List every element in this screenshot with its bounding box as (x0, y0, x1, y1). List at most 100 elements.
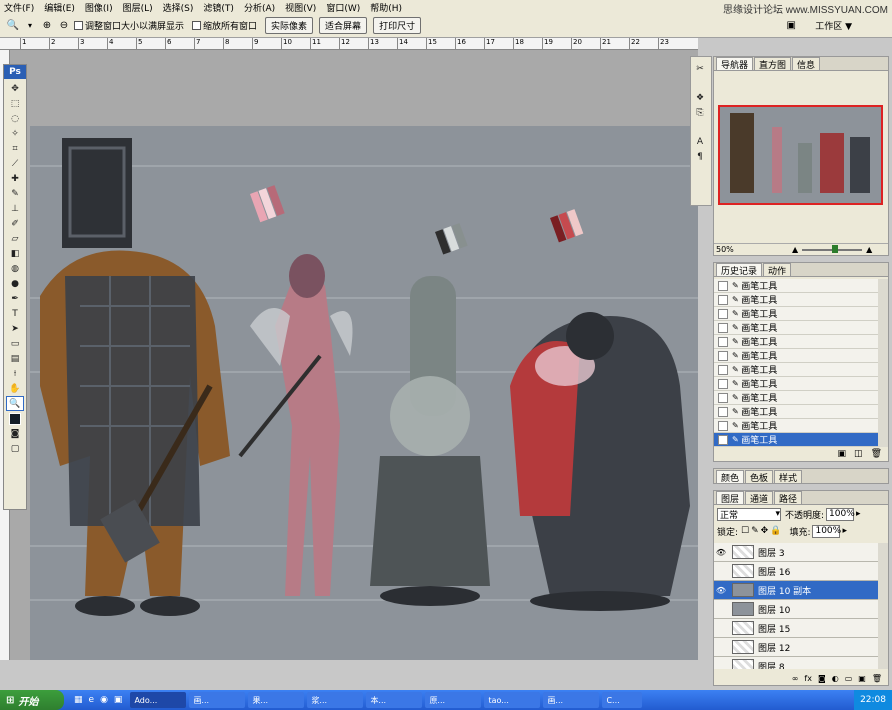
tool-presets-icon[interactable]: ✂ (691, 61, 709, 76)
history-item-current[interactable]: ✎ 画笔工具 (714, 433, 878, 447)
taskbar-button[interactable]: 本... (366, 692, 423, 708)
history-item[interactable]: ✎ 画笔工具 (714, 279, 878, 293)
history-item[interactable]: ✎ 画笔工具 (714, 335, 878, 349)
new-snapshot-icon[interactable]: ◫ (854, 449, 863, 459)
marquee-tool-icon[interactable]: ⬚ (6, 96, 24, 111)
lock-transparent-icon[interactable]: ☐ (741, 526, 749, 536)
layer-mask-icon[interactable]: ◙ (818, 674, 826, 683)
history-item[interactable]: ✎ 画笔工具 (714, 307, 878, 321)
adjustment-layer-icon[interactable]: ◐ (832, 674, 839, 683)
zoom-out-small-icon[interactable]: ▲ (792, 245, 798, 254)
taskbar-button[interactable]: 浆... (307, 692, 364, 708)
new-layer-icon[interactable]: ▣ (858, 674, 866, 683)
bridge-icon[interactable]: ▣ (784, 19, 798, 33)
shape-tool-icon[interactable]: ▭ (6, 336, 24, 351)
history-item[interactable]: ✎ 画笔工具 (714, 321, 878, 335)
new-group-icon[interactable]: ▭ (845, 674, 853, 683)
zoom-out-icon[interactable]: ⊖ (57, 19, 71, 33)
quicklaunch-icon[interactable]: ◉ (100, 695, 108, 705)
fit-screen-button[interactable]: 适合屏幕 (319, 17, 368, 34)
menu-select[interactable]: 选择(S) (163, 1, 194, 14)
brushes-icon[interactable]: ❖ (691, 90, 709, 105)
tab-actions[interactable]: 动作 (763, 263, 792, 277)
trash-icon[interactable]: 🗑 (872, 674, 882, 683)
taskbar-button[interactable]: 画... (189, 692, 246, 708)
layer-row-selected[interactable]: 👁 图层 10 副本 (714, 581, 878, 600)
history-item[interactable]: ✎ 画笔工具 (714, 405, 878, 419)
history-brush-tool-icon[interactable]: ✐ (6, 216, 24, 231)
trash-icon[interactable]: 🗑 (871, 449, 882, 459)
tab-color[interactable]: 颜色 (716, 470, 745, 484)
quicklaunch-icon[interactable]: ▣ (114, 695, 123, 705)
history-item[interactable]: ✎ 画笔工具 (714, 377, 878, 391)
zoom-all-windows-checkbox[interactable]: 缩放所有窗口 (192, 19, 257, 32)
navigator-preview[interactable] (718, 105, 883, 205)
magic-wand-tool-icon[interactable]: ✧ (6, 126, 24, 141)
new-document-icon[interactable]: ▣ (838, 449, 847, 459)
menu-file[interactable]: 文件(F) (4, 1, 34, 14)
notes-tool-icon[interactable]: ▤ (6, 351, 24, 366)
layer-row[interactable]: 👁 图层 3 (714, 543, 878, 562)
lock-pixels-icon[interactable]: ✎ (751, 526, 759, 536)
document-canvas[interactable] (10, 50, 698, 660)
crop-tool-icon[interactable]: ⌗ (6, 141, 24, 156)
eye-icon[interactable]: 👁 (714, 586, 728, 595)
history-item[interactable]: ✎ 画笔工具 (714, 293, 878, 307)
tab-layers[interactable]: 图层 (716, 491, 745, 505)
print-size-button[interactable]: 打印尺寸 (373, 17, 422, 34)
clone-stamp-tool-icon[interactable]: ⊥ (6, 201, 24, 216)
menu-window[interactable]: 窗口(W) (326, 1, 360, 14)
blur-tool-icon[interactable]: ◍ (6, 261, 24, 276)
blend-mode-select[interactable]: 正常 ▾ (717, 507, 781, 521)
brush-tool-icon[interactable]: ✎ (6, 186, 24, 201)
link-layers-icon[interactable]: ∞ (792, 674, 799, 683)
tab-swatches[interactable]: 色板 (745, 470, 774, 484)
tab-history[interactable]: 历史记录 (716, 263, 763, 277)
taskbar-button[interactable]: C... (602, 692, 643, 708)
start-button[interactable]: ⊞ 开始 (0, 690, 64, 710)
tab-info[interactable]: 信息 (792, 57, 821, 71)
history-scrollbar[interactable] (878, 279, 888, 447)
taskbar-button[interactable]: 果... (248, 692, 305, 708)
clone-source-icon[interactable]: ⎘ (691, 105, 709, 120)
eye-icon[interactable]: 👁 (714, 548, 728, 557)
history-item[interactable]: ✎ 画笔工具 (714, 363, 878, 377)
color-swatches-icon[interactable] (6, 411, 24, 426)
menu-view[interactable]: 视图(V) (285, 1, 316, 14)
layer-row[interactable]: 图层 12 (714, 638, 878, 657)
fill-input[interactable]: 100% (812, 524, 841, 538)
menu-edit[interactable]: 编辑(E) (44, 1, 75, 14)
chevron-down-icon[interactable]: ▾ (23, 19, 37, 33)
zoom-tool-icon[interactable]: 🔍 (6, 19, 20, 33)
move-tool-icon[interactable]: ✥ (6, 81, 24, 96)
opacity-arrow-icon[interactable]: ▸ (856, 509, 861, 519)
zoom-tool-icon[interactable]: 🔍 (6, 396, 24, 411)
lasso-tool-icon[interactable]: ◌ (6, 111, 24, 126)
tab-paths[interactable]: 路径 (774, 491, 803, 505)
menu-image[interactable]: 图像(I) (85, 1, 113, 14)
taskbar-button[interactable]: 原... (425, 692, 482, 708)
tab-navigator[interactable]: 导航器 (716, 57, 754, 71)
layer-row[interactable]: 图层 16 (714, 562, 878, 581)
slice-tool-icon[interactable]: ⟋ (6, 156, 24, 171)
quick-mask-icon[interactable]: ◙ (6, 426, 24, 441)
healing-brush-tool-icon[interactable]: ✚ (6, 171, 24, 186)
taskbar-button[interactable]: tao... (484, 692, 541, 708)
quicklaunch-icon[interactable]: ▦ (74, 695, 83, 705)
zoom-in-small-icon[interactable]: ▲ (866, 245, 872, 254)
tab-styles[interactable]: 样式 (774, 470, 803, 484)
tab-channels[interactable]: 通道 (745, 491, 774, 505)
character-icon[interactable]: A (691, 134, 709, 149)
dodge-tool-icon[interactable]: ● (6, 276, 24, 291)
taskbar-button-photoshop[interactable]: Ado... (130, 692, 187, 708)
fill-arrow-icon[interactable]: ▸ (842, 526, 847, 536)
opacity-input[interactable]: 100% (826, 507, 855, 521)
resize-windows-checkbox[interactable]: 调整窗口大小以满屏显示 (74, 19, 184, 32)
eyedropper-tool-icon[interactable]: ⟊ (6, 366, 24, 381)
layer-row[interactable]: 图层 8 (714, 657, 878, 669)
pen-tool-icon[interactable]: ✒ (6, 291, 24, 306)
navigator-zoom-value[interactable]: 50% (716, 245, 752, 254)
hand-tool-icon[interactable]: ✋ (6, 381, 24, 396)
history-item[interactable]: ✎ 画笔工具 (714, 391, 878, 405)
layer-style-icon[interactable]: fx (804, 674, 812, 683)
